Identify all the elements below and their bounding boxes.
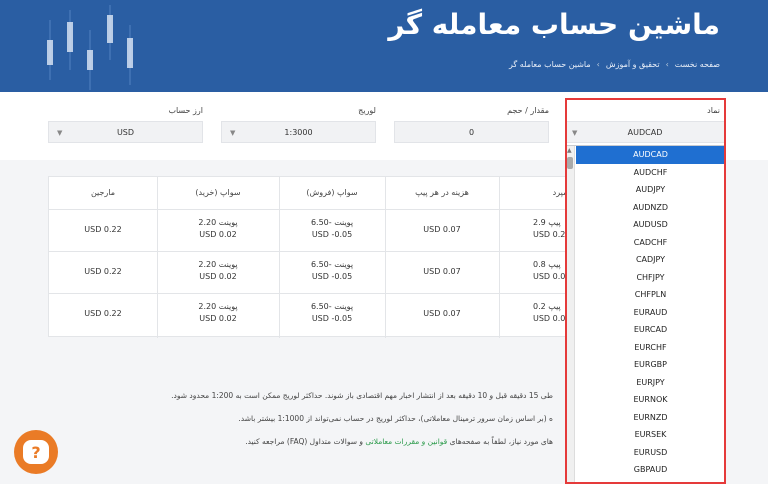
breadcrumb-current: ماشین حساب معامله گر: [508, 60, 591, 69]
volume-input[interactable]: 0: [394, 121, 549, 143]
note-line: های مورد نیاز، لطفاً به صفحه‌های قوانین …: [33, 430, 553, 453]
chevron-down-icon: ▼: [230, 129, 236, 137]
swap-buy-cell: 2.20 پوینت USD 0.02: [157, 301, 279, 325]
swap-buy-cell: 2.20 پوینت USD 0.02: [157, 259, 279, 283]
swap-buy-usd: USD 0.02: [199, 230, 237, 239]
currency-label: ارز حساب: [168, 106, 203, 115]
note-text: های مورد نیاز، لطفاً به صفحه‌های: [447, 437, 553, 446]
volume-field: مقدار / حجم 0: [394, 106, 549, 143]
help-chat-button[interactable]: ?: [14, 430, 58, 474]
header-pip-cost: هزینه در هر پیپ: [415, 188, 469, 197]
swap-sell-points: 6.50- پوینت: [310, 218, 354, 227]
volume-value: 0: [468, 127, 475, 137]
note-line: طی 15 دقیقه قبل و 10 دقیقه بعد از انتشار…: [171, 391, 553, 400]
swap-buy-usd: USD 0.02: [199, 272, 237, 281]
row-divider: [49, 251, 574, 252]
swap-sell-usd: USD -0.05: [311, 272, 353, 281]
results-table: اسپرد هزینه در هر پیپ سواپ (فروش) سواپ (…: [48, 176, 574, 338]
currency-field: ارز حساب USD ▼: [48, 106, 203, 143]
pip-cost-cell: USD 0.07: [423, 267, 461, 276]
swap-sell-cell: 6.50- پوینت USD -0.05: [279, 259, 385, 283]
row-divider: [49, 209, 574, 210]
swap-buy-points: 2.20 پوینت: [198, 218, 238, 227]
chart-decoration: [47, 5, 133, 90]
swap-sell-usd: USD -0.05: [311, 314, 353, 323]
swap-sell-points: 6.50- پوینت: [310, 260, 354, 269]
note-line: ه (بر اساس زمان سرور ترمینال معاملاتی)، …: [238, 414, 553, 423]
swap-sell-usd: USD -0.05: [311, 230, 353, 239]
margin-cell: USD 0.22: [84, 267, 122, 276]
pip-cost-cell: USD 0.07: [423, 225, 461, 234]
rules-link[interactable]: قوانین و مقررات معاملاتی: [365, 437, 447, 446]
breadcrumb-research[interactable]: تحقیق و آموزش: [606, 60, 660, 69]
swap-buy-points: 2.20 پوینت: [198, 260, 238, 269]
header-margin: مارجین: [90, 188, 116, 197]
swap-sell-cell: 6.50- پوینت USD -0.05: [279, 217, 385, 241]
swap-sell-cell: 6.50- پوینت USD -0.05: [279, 301, 385, 325]
row-divider: [49, 293, 574, 294]
swap-sell-points: 6.50- پوینت: [310, 302, 354, 311]
margin-cell: USD 0.22: [84, 225, 122, 234]
swap-buy-points: 2.20 پوینت: [198, 302, 238, 311]
note-text: و سوالات متداول (FAQ) مراجعه کنید.: [245, 437, 366, 446]
breadcrumb-separator: ›: [596, 60, 600, 69]
currency-select[interactable]: USD ▼: [48, 121, 203, 143]
breadcrumb: صفحه نخست › تحقیق و آموزش › ماشین حساب م…: [509, 60, 720, 69]
margin-cell: USD 0.22: [84, 309, 122, 318]
breadcrumb-separator: ›: [665, 60, 669, 69]
breadcrumb-home[interactable]: صفحه نخست: [675, 60, 720, 69]
leverage-value: 1:3000: [284, 127, 313, 137]
page-title: ماشین حساب معامله گر: [388, 8, 720, 41]
leverage-field: لوریج 1:3000 ▼: [221, 106, 376, 143]
highlight-frame: [565, 98, 726, 484]
column-divider: [499, 177, 500, 338]
volume-label: مقدار / حجم: [507, 106, 549, 115]
pip-cost-cell: USD 0.07: [423, 309, 461, 318]
leverage-label: لوریج: [358, 106, 376, 115]
page-header: ماشین حساب معامله گر صفحه نخست › تحقیق و…: [0, 0, 768, 92]
swap-buy-cell: 2.20 پوینت USD 0.02: [157, 217, 279, 241]
notes-text: طی 15 دقیقه قبل و 10 دقیقه بعد از انتشار…: [33, 384, 553, 453]
leverage-select[interactable]: 1:3000 ▼: [221, 121, 376, 143]
swap-buy-usd: USD 0.02: [199, 314, 237, 323]
header-swap-buy: سواپ (خرید): [195, 188, 241, 197]
header-swap-sell: سواپ (فروش): [306, 188, 358, 197]
chevron-down-icon: ▼: [57, 129, 63, 137]
question-chat-icon: ?: [23, 440, 49, 464]
currency-value: USD: [116, 127, 135, 137]
